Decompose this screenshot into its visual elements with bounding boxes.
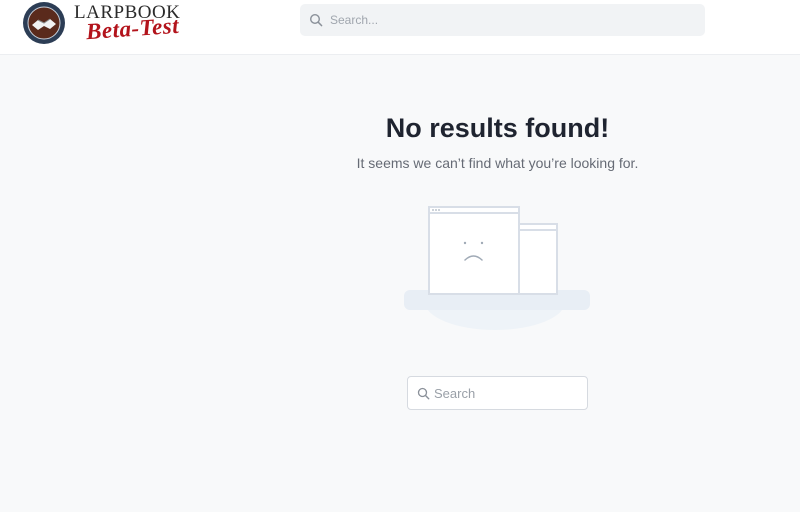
site-logo[interactable]: LARPBOOK Beta-Test	[22, 1, 182, 45]
header-search-bar[interactable]	[300, 4, 705, 36]
search-icon	[417, 387, 430, 400]
header-search-input[interactable]	[330, 4, 690, 36]
main-search-bar[interactable]	[407, 376, 588, 410]
main-search-input[interactable]	[434, 377, 582, 409]
sad-browser-illustration	[404, 206, 590, 330]
logo-beta-test-script: Beta-Test	[85, 12, 180, 45]
page-subtitle: It seems we can’t find what you’re looki…	[356, 155, 639, 171]
top-header: LARPBOOK Beta-Test	[0, 0, 800, 55]
page-title: No results found!	[385, 113, 610, 143]
search-icon	[309, 13, 323, 27]
handshake-emblem-icon	[23, 2, 65, 44]
